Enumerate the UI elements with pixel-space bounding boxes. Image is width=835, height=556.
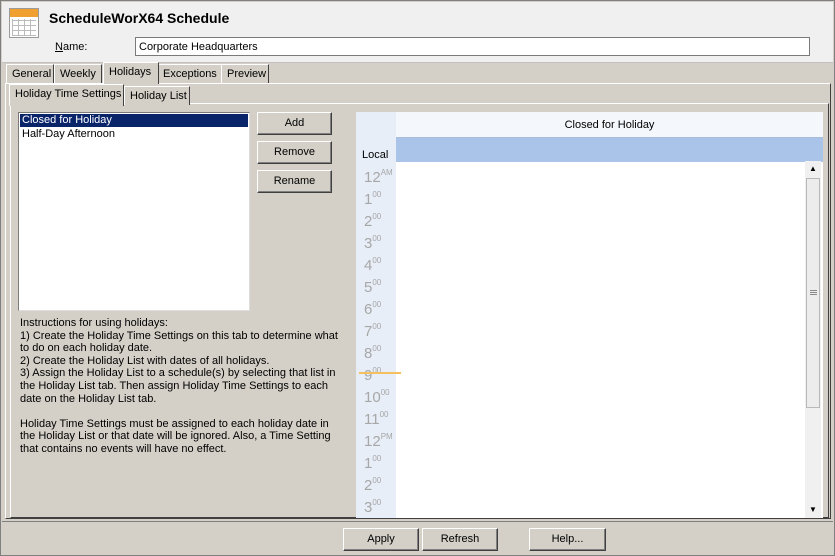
hour-label: 1000 — [356, 382, 396, 406]
instructions-step-3: 3) Assign the Holiday List to a schedule… — [20, 367, 336, 405]
window-title: ScheduleWorX64 Schedule — [49, 10, 230, 26]
hour-cell[interactable] — [396, 228, 804, 250]
hour-cell[interactable] — [396, 514, 804, 518]
tab-exceptions[interactable]: Exceptions — [157, 64, 222, 83]
name-label: Name: — [55, 41, 88, 53]
hour-cell[interactable] — [396, 316, 804, 338]
hour-label: 300 — [356, 492, 396, 516]
hour-row[interactable]: 400 — [356, 514, 804, 518]
hour-label: 200 — [356, 206, 396, 230]
hour-cell[interactable] — [396, 404, 804, 426]
help-button[interactable]: Help... — [529, 528, 606, 551]
grip-icon — [810, 289, 817, 295]
scroll-up-icon[interactable]: ▲ — [805, 161, 821, 177]
hour-label: 700 — [356, 316, 396, 340]
hour-cell[interactable] — [396, 382, 804, 404]
hour-label: 600 — [356, 294, 396, 318]
hour-row[interactable]: 100 — [356, 448, 804, 472]
hour-row[interactable]: 200 — [356, 470, 804, 494]
current-time-marker — [359, 372, 401, 374]
refresh-button[interactable]: Refresh — [422, 528, 498, 551]
hour-row[interactable]: 300 — [356, 228, 804, 252]
hour-row[interactable]: 400 — [356, 250, 804, 274]
hour-cell[interactable] — [396, 184, 804, 206]
tab-weekly[interactable]: Weekly — [54, 64, 102, 83]
instructions-text: Instructions for using holidays: 1) Crea… — [20, 317, 340, 456]
calendar-icon — [9, 8, 39, 38]
hour-label: 400 — [356, 250, 396, 274]
hour-label: 12PM — [356, 426, 396, 450]
hour-cell[interactable] — [396, 360, 804, 382]
name-input[interactable] — [135, 37, 810, 56]
rename-button[interactable]: Rename — [257, 170, 332, 193]
hour-cell[interactable] — [396, 272, 804, 294]
instructions-step-1: 1) Create the Holiday Time Settings on t… — [20, 329, 338, 355]
hour-label: 800 — [356, 338, 396, 362]
hour-row[interactable]: 200 — [356, 206, 804, 230]
hour-cell[interactable] — [396, 448, 804, 470]
list-item[interactable]: Closed for Holiday — [20, 114, 248, 127]
hour-grid[interactable]: 12AM 100 200 300 400 500 600 700 800 900 1000 1100 1… — [356, 162, 804, 518]
hour-cell[interactable] — [396, 492, 804, 514]
tab-holiday-time-settings[interactable]: Holiday Time Settings — [9, 84, 124, 106]
tab-preview[interactable]: Preview — [221, 64, 269, 83]
hour-label: 500 — [356, 272, 396, 296]
tab-general[interactable]: General — [6, 64, 54, 83]
hour-label: 900 — [356, 360, 396, 384]
hour-row[interactable]: 12PM — [356, 426, 804, 450]
hour-cell[interactable] — [396, 470, 804, 492]
hour-cell[interactable] — [396, 294, 804, 316]
add-button[interactable]: Add — [257, 112, 332, 135]
column-header: Closed for Holiday — [396, 112, 823, 138]
scroll-down-icon[interactable]: ▼ — [805, 502, 821, 518]
timezone-label: Local — [362, 149, 389, 161]
scroll-thumb[interactable] — [806, 178, 820, 408]
window-header: ScheduleWorX64 Schedule Name: — [2, 2, 833, 63]
hour-label: 12AM — [356, 162, 396, 186]
hour-row[interactable]: 700 — [356, 316, 804, 340]
tab-holidays[interactable]: Holidays — [103, 62, 159, 84]
list-item[interactable]: Half-Day Afternoon — [20, 128, 248, 141]
hour-row[interactable]: 100 — [356, 184, 804, 208]
apply-button[interactable]: Apply — [343, 528, 419, 551]
hour-label: 200 — [356, 470, 396, 494]
hour-label: 1100 — [356, 404, 396, 428]
hour-row[interactable]: 1100 — [356, 404, 804, 428]
calendar-scrollbar[interactable]: ▲ ▼ — [805, 161, 821, 518]
hour-row[interactable]: 12AM — [356, 162, 804, 186]
instructions-note: Holiday Time Settings must be assigned t… — [20, 417, 331, 455]
hour-cell[interactable] — [396, 206, 804, 228]
tab-holiday-list[interactable]: Holiday List — [124, 86, 190, 105]
instructions-heading: Instructions for using holidays: — [20, 317, 168, 329]
all-day-band[interactable] — [396, 138, 823, 162]
hour-cell[interactable] — [396, 338, 804, 360]
hour-row[interactable]: 1000 — [356, 382, 804, 406]
hour-label: 100 — [356, 184, 396, 208]
hour-cell[interactable] — [396, 162, 804, 184]
schedule-window: ScheduleWorX64 Schedule Name: General We… — [0, 0, 835, 556]
hour-row[interactable]: 600 — [356, 294, 804, 318]
hour-row[interactable]: 900 — [356, 360, 804, 384]
holiday-settings-list[interactable]: Closed for Holiday Half-Day Afternoon — [18, 112, 250, 311]
hour-row[interactable]: 500 — [356, 272, 804, 296]
remove-button[interactable]: Remove — [257, 141, 332, 164]
hour-label: 100 — [356, 448, 396, 472]
hour-label: 400 — [356, 514, 396, 518]
instructions-step-2: 2) Create the Holiday List with dates of… — [20, 354, 270, 367]
hour-cell[interactable] — [396, 426, 804, 448]
hour-row[interactable]: 800 — [356, 338, 804, 362]
hour-label: 300 — [356, 228, 396, 252]
schedule-calendar[interactable]: Local Closed for Holiday 12AM 100 200 300 40… — [356, 112, 823, 518]
dialog-footer: Apply Refresh Help... — [2, 521, 833, 555]
hour-cell[interactable] — [396, 250, 804, 272]
hour-row[interactable]: 300 — [356, 492, 804, 516]
